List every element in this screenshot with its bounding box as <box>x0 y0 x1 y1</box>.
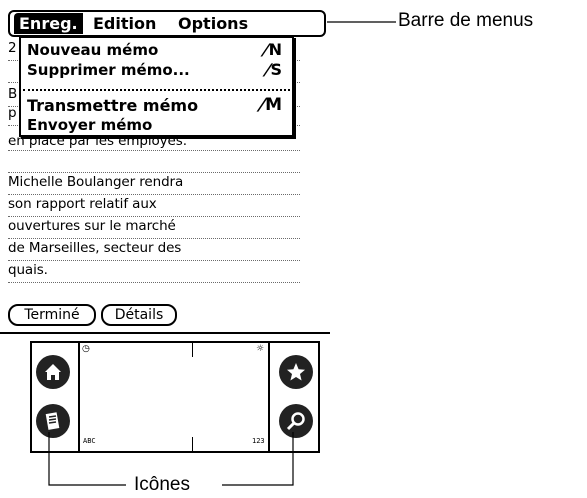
clock-icon[interactable]: ◷ <box>82 344 90 354</box>
screen-bottom-border <box>0 332 330 334</box>
menu-item-beam-memo[interactable]: Transmettre mémo <box>27 96 198 115</box>
memo-line-11: quais. <box>8 260 300 283</box>
menu-edition[interactable]: Edition <box>93 13 156 34</box>
shortcut-s: /S <box>261 60 282 79</box>
menu-options[interactable]: Options <box>178 13 248 34</box>
home-icon[interactable] <box>36 355 70 389</box>
done-button[interactable]: Terminé <box>8 304 96 326</box>
menubar-callout-label: Barre de menus <box>398 10 534 31</box>
memo-line-7: Michelle Boulanger rendra <box>8 172 300 195</box>
memo-line-8: son rapport relatif aux <box>8 194 300 217</box>
memo-line-9: ouvertures sur le marché <box>8 216 300 239</box>
menu-item-send-memo[interactable]: Envoyer mémo <box>27 116 152 134</box>
enreg-dropdown: Nouveau mémo /N Supprimer mémo... /S Tra… <box>19 36 294 137</box>
shortcut-m: /M <box>255 95 282 115</box>
menu-enreg[interactable]: Enreg. <box>14 13 83 34</box>
icons-callout-label: Icônes <box>134 474 190 495</box>
menu-separator <box>23 89 290 91</box>
memo-line-6 <box>8 150 300 173</box>
menu-bar: Enreg. Edition Options <box>8 10 326 37</box>
details-button[interactable]: Détails <box>101 304 177 326</box>
favorite-icon[interactable] <box>279 355 313 389</box>
shortcut-n: /N <box>259 40 282 59</box>
menu-item-delete-memo[interactable]: Supprimer mémo... <box>27 61 190 79</box>
memo-line-10: de Marseilles, secteur des <box>8 238 300 261</box>
brightness-icon[interactable]: ☼ <box>256 344 264 354</box>
menu-item-new-memo[interactable]: Nouveau mémo <box>27 41 158 59</box>
graffiti-tick-top <box>192 343 193 357</box>
menubar-callout-line <box>327 21 396 23</box>
